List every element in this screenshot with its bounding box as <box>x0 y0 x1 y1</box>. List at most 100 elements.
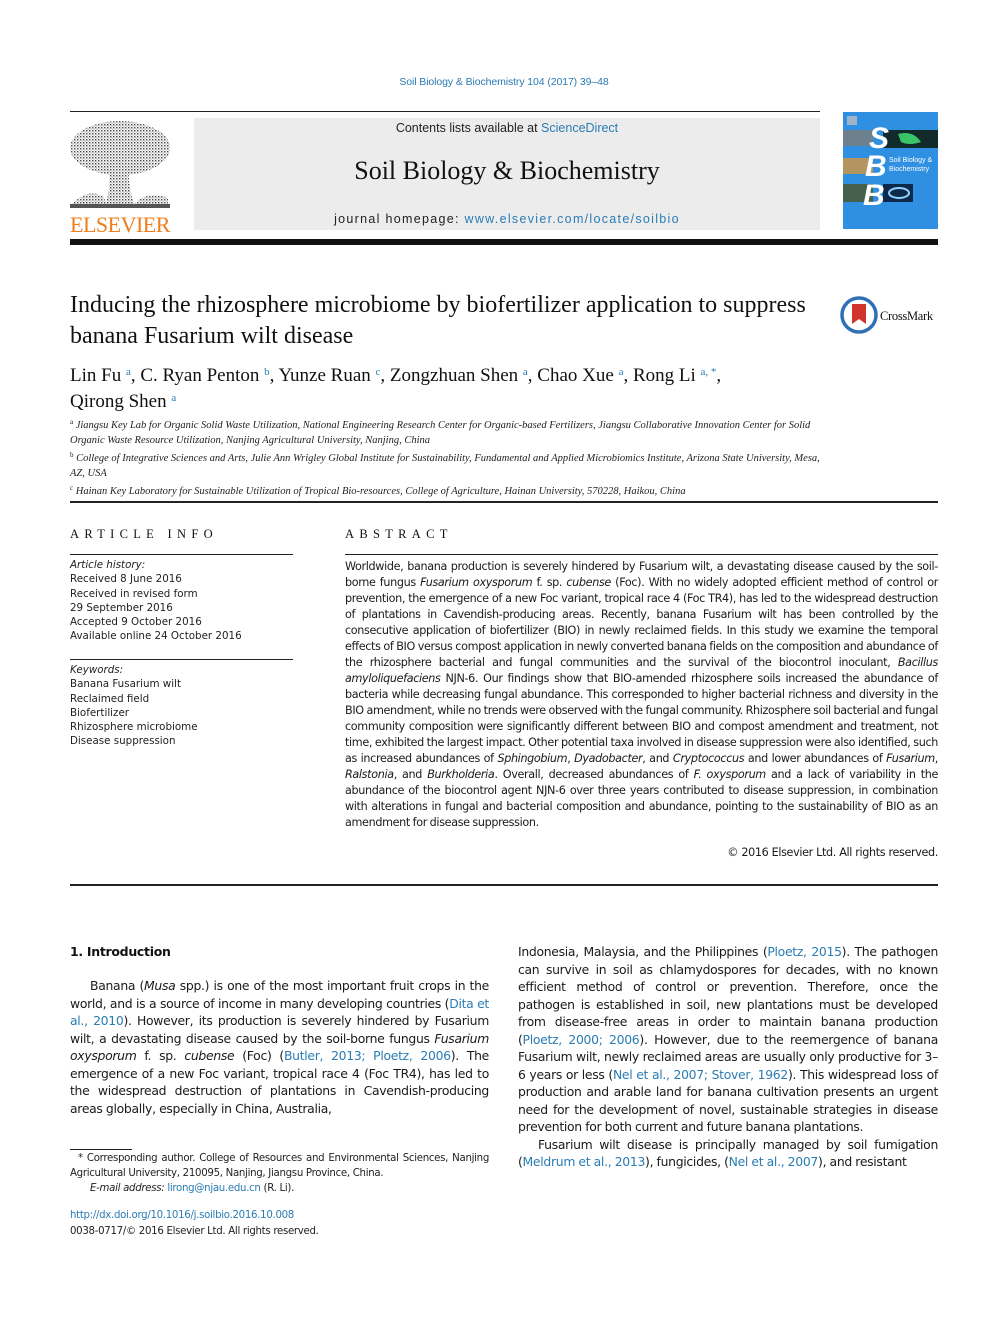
keyword-item: Reclaimed field <box>70 692 150 705</box>
author[interactable]: C. Ryan Penton b <box>140 365 269 386</box>
text-run: ). However, its production is severely h… <box>70 1013 489 1046</box>
history-item: Received in revised form <box>70 587 198 600</box>
journal-reference-link[interactable]: Soil Biology & Biochemistry 104 (2017) 3… <box>0 76 992 88</box>
cover-title: Soil Biology & Biochemistry <box>889 156 932 174</box>
italic-term: Sphingobium <box>497 752 568 765</box>
affiliation-divider <box>70 501 938 503</box>
elsevier-tree-icon <box>70 121 170 208</box>
italic-term: Burkholderia <box>427 768 495 781</box>
body-column-right: Indonesia, Malaysia, and the Philippines… <box>518 943 938 1171</box>
citation-link[interactable]: Meldrum et al., 2013 <box>523 1154 646 1169</box>
journal-homepage-line: journal homepage: www.elsevier.com/locat… <box>194 212 820 226</box>
affiliations: a Jiangsu Key Lab for Organic Solid Wast… <box>70 415 830 500</box>
journal-cover-thumbnail[interactable]: S B B Soil Biology & Biochemistry <box>843 112 938 229</box>
footnote-rule <box>70 1149 132 1150</box>
text-run: , and <box>393 768 428 781</box>
journal-homepage-link[interactable]: www.elsevier.com/locate/soilbio <box>465 212 680 226</box>
section-heading-introduction: 1. Introduction <box>70 944 171 959</box>
citation-link[interactable]: Nel et al., 2007; Stover, 1962 <box>613 1067 788 1082</box>
italic-term: Musa <box>144 978 176 993</box>
corresponding-author-footnote: * Corresponding author. College of Resou… <box>70 1151 489 1196</box>
keywords: Keywords: Banana Fusarium wilt Reclaimed… <box>70 663 300 749</box>
sciencedirect-link[interactable]: ScienceDirect <box>541 121 618 135</box>
text-run: f. sp. <box>532 576 567 589</box>
abstract-divider <box>70 884 938 886</box>
italic-term: Fusarium oxysporum <box>420 576 533 589</box>
history-item: Accepted 9 October 2016 <box>70 616 202 629</box>
cover-title-line2: Biochemistry <box>889 166 930 173</box>
history-label: Article history: <box>70 559 146 571</box>
italic-term: F. oxysporum <box>693 768 767 781</box>
keywords-rule <box>70 659 293 660</box>
crossmark-label[interactable]: CrossMark <box>880 309 933 324</box>
text-run: ), fungicides, ( <box>645 1154 729 1169</box>
text-run: ), and resistant <box>818 1154 907 1169</box>
italic-term: Dyadobacter <box>574 752 643 765</box>
abstract-heading: ABSTRACT <box>345 527 453 541</box>
author[interactable]: Yunze Ruan c <box>278 365 380 386</box>
italic-term: Ralstonia <box>345 768 394 781</box>
author[interactable]: Zongzhuan Shen a <box>390 365 528 386</box>
text-run: f. sp. <box>136 1048 185 1063</box>
text-run: , and <box>642 752 673 765</box>
text-run: , <box>934 752 939 765</box>
affiliation-item: b College of Integrative Sciences and Ar… <box>70 451 820 479</box>
citation-link[interactable]: Ploetz, 2000; 2006 <box>523 1032 640 1047</box>
body-paragraph: Indonesia, Malaysia, and the Philippines… <box>518 943 938 1136</box>
header-thick-rule <box>70 239 938 245</box>
keyword-item: Disease suppression <box>70 735 176 748</box>
author[interactable]: Qirong Shen a <box>70 391 176 412</box>
article-history: Article history: Received 8 June 2016 Re… <box>70 558 300 644</box>
citation-link[interactable]: Butler, 2013; Ploetz, 2006 <box>284 1048 451 1063</box>
journal-title: Soil Biology & Biochemistry <box>354 156 660 185</box>
email-suffix: (R. Li). <box>260 1183 295 1194</box>
issn-copyright: 0038-0717/© 2016 Elsevier Ltd. All right… <box>70 1226 319 1237</box>
text-run: . Overall, decreased abundances of <box>494 768 694 781</box>
doi-link[interactable]: http://dx.doi.org/10.1016/j.soilbio.2016… <box>70 1210 294 1221</box>
text-run: Banana ( <box>90 978 145 993</box>
italic-term: Fusarium <box>886 752 935 765</box>
abstract-rule <box>345 554 938 555</box>
contents-prefix: Contents lists available at <box>395 121 542 135</box>
body-paragraph: Banana (Musa spp.) is one of the most im… <box>70 977 489 1117</box>
author[interactable]: Lin Fu a <box>70 365 131 386</box>
article-title: Inducing the rhizosphere microbiome by b… <box>70 292 806 349</box>
homepage-prefix: journal homepage: <box>334 212 465 226</box>
text-run: Indonesia, Malaysia, and the Philippines… <box>518 944 768 959</box>
keyword-item: Banana Fusarium wilt <box>70 678 181 691</box>
text-run: and lower abundances of <box>744 752 887 765</box>
author[interactable]: Rong Li a, * <box>633 365 716 386</box>
keyword-item: Rhizosphere microbiome <box>70 721 198 734</box>
text-run: (Foc). With no widely adopted efficient … <box>345 576 938 669</box>
email-line: E-mail address: lirong@njau.edu.cn (R. L… <box>70 1181 489 1196</box>
email-link[interactable]: lirong@njau.edu.cn <box>167 1183 261 1194</box>
cover-title-line1: Soil Biology & <box>889 157 933 164</box>
corresponding-author-text: * Corresponding author. College of Resou… <box>70 1153 489 1179</box>
history-item: 29 September 2016 <box>70 601 173 614</box>
history-item: Available online 24 October 2016 <box>70 630 242 643</box>
author-list: Lin Fu a, C. Ryan Penton b, Yunze Ruan c… <box>70 365 722 412</box>
body-paragraph: Fusarium wilt disease is principally man… <box>518 1136 938 1171</box>
italic-term: cubense <box>184 1048 235 1063</box>
citation-link[interactable]: Ploetz, 2015 <box>767 944 842 959</box>
keyword-item: Biofertilizer <box>70 706 130 719</box>
cover-letter-b2: B <box>863 179 885 212</box>
abstract-copyright: © 2016 Elsevier Ltd. All rights reserved… <box>727 846 938 859</box>
keywords-label: Keywords: <box>70 664 124 676</box>
abstract-text: Worldwide, banana production is severely… <box>345 559 938 831</box>
affiliation-item: c Hainan Key Laboratory for Sustainable … <box>70 484 686 497</box>
italic-term: Cryptococcus <box>672 752 745 765</box>
history-item: Received 8 June 2016 <box>70 573 182 586</box>
email-label: E-mail address: <box>90 1183 168 1194</box>
header-top-rule <box>70 111 820 112</box>
contents-available-line: Contents lists available at ScienceDirec… <box>194 121 820 135</box>
crossmark-icon <box>840 296 878 334</box>
elsevier-wordmark: ELSEVIER <box>70 212 170 237</box>
italic-term: cubense <box>566 576 611 589</box>
article-info-rule <box>70 554 293 555</box>
text-run: (Foc) ( <box>234 1048 284 1063</box>
citation-link[interactable]: Nel et al., 2007 <box>729 1154 819 1169</box>
body-column-left: Banana (Musa spp.) is one of the most im… <box>70 977 489 1117</box>
article-info-heading: ARTICLE INFO <box>70 527 218 541</box>
author[interactable]: Chao Xue a <box>537 365 623 386</box>
